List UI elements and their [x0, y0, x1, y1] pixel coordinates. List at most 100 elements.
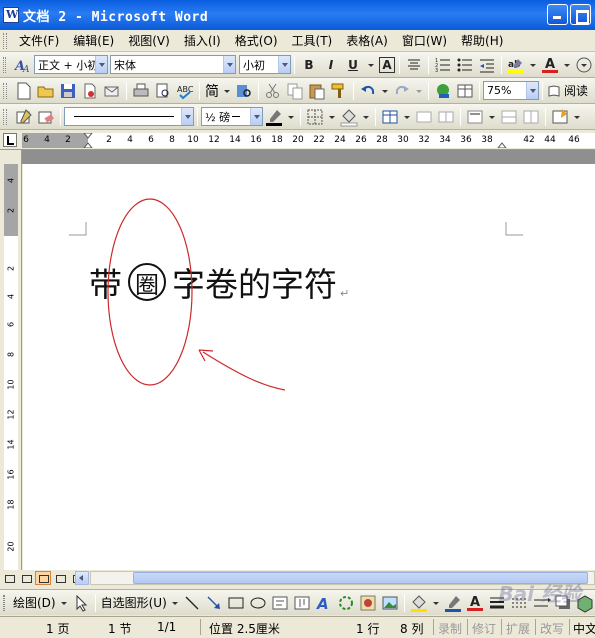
- open-folder-icon[interactable]: [36, 81, 56, 101]
- bold-button[interactable]: B: [299, 55, 319, 75]
- menu-file[interactable]: 文件(F): [13, 32, 67, 49]
- new-document-icon[interactable]: [14, 81, 34, 101]
- zoom-combo[interactable]: 75%: [483, 81, 539, 100]
- clipart-icon[interactable]: [358, 593, 378, 613]
- chevron-down-icon[interactable]: [402, 107, 412, 127]
- textbox-icon[interactable]: [270, 593, 290, 613]
- merge-cells-icon[interactable]: [414, 107, 434, 127]
- chevron-down-icon[interactable]: [59, 593, 69, 613]
- chevron-down-icon[interactable]: [222, 81, 232, 101]
- paste-icon[interactable]: [307, 81, 327, 101]
- status-extend[interactable]: 扩展: [506, 620, 530, 637]
- shading-color-icon[interactable]: [339, 107, 359, 127]
- print-icon[interactable]: [131, 81, 151, 101]
- style-combo[interactable]: 正文 + 小初: [34, 55, 108, 74]
- ruler-track[interactable]: 6 4 2 2 4 6 8 10 12 14 16 18 20 22 24 26…: [22, 133, 595, 148]
- distribute-rows-icon[interactable]: [499, 107, 519, 127]
- chevron-down-icon[interactable]: [286, 107, 296, 127]
- menu-window[interactable]: 窗口(W): [396, 32, 455, 49]
- chevron-down-icon[interactable]: [562, 55, 572, 75]
- email-icon[interactable]: [102, 81, 122, 101]
- italic-button[interactable]: I: [321, 55, 341, 75]
- save-icon[interactable]: [58, 81, 78, 101]
- line-weight-combo[interactable]: ½ 磅: [201, 107, 263, 126]
- char-border-button[interactable]: A: [379, 56, 395, 73]
- chevron-down-icon[interactable]: [526, 82, 538, 99]
- insert-table-icon[interactable]: [380, 107, 400, 127]
- chevron-down-icon[interactable]: [431, 593, 441, 613]
- outline-view-icon[interactable]: [52, 571, 68, 585]
- chevron-down-icon[interactable]: [528, 55, 538, 75]
- select-objects-icon[interactable]: [71, 593, 91, 613]
- print-layout-view-icon[interactable]: [35, 571, 51, 585]
- chevron-down-icon[interactable]: [95, 56, 107, 73]
- draw-menu-button[interactable]: 绘图(D): [11, 594, 58, 611]
- border-color-icon[interactable]: [264, 107, 284, 127]
- menu-table[interactable]: 表格(A): [340, 32, 396, 49]
- chevron-down-icon[interactable]: [380, 81, 390, 101]
- hyperlink-icon[interactable]: [433, 81, 453, 101]
- toolbar-grip[interactable]: [3, 82, 7, 99]
- oval-icon[interactable]: [248, 593, 268, 613]
- line-icon[interactable]: [182, 593, 202, 613]
- menu-tools[interactable]: 工具(T): [286, 32, 341, 49]
- scroll-left-icon[interactable]: [75, 571, 89, 585]
- status-track-changes[interactable]: 修订: [472, 620, 496, 637]
- bullets-icon[interactable]: [455, 55, 475, 75]
- simplified-chinese-button[interactable]: 简: [203, 81, 221, 101]
- read-mode-icon[interactable]: [547, 81, 561, 101]
- toolbar-grip[interactable]: [3, 56, 6, 73]
- tab-selector[interactable]: [3, 133, 17, 147]
- chevron-down-icon[interactable]: [572, 107, 582, 127]
- draw-table-icon[interactable]: [14, 107, 34, 127]
- autoshapes-button[interactable]: 自选图形(U): [99, 594, 169, 611]
- rectangle-icon[interactable]: [226, 593, 246, 613]
- vertical-textbox-icon[interactable]: [292, 593, 312, 613]
- arrow-icon[interactable]: [204, 593, 224, 613]
- vertical-ruler-track[interactable]: 4 2 2 4 6 8 10 12 14 16 18 20: [4, 164, 18, 570]
- chevron-down-icon[interactable]: [414, 81, 424, 101]
- menu-view[interactable]: 视图(V): [122, 32, 178, 49]
- menu-help[interactable]: 帮助(H): [455, 32, 511, 49]
- menu-insert[interactable]: 插入(I): [178, 32, 229, 49]
- normal-view-icon[interactable]: [1, 571, 17, 585]
- styles-pane-icon[interactable]: AA: [13, 55, 33, 75]
- menu-edit[interactable]: 编辑(E): [67, 32, 122, 49]
- print-preview-icon[interactable]: [153, 81, 173, 101]
- table-autoformat-icon[interactable]: [550, 107, 570, 127]
- web-layout-view-icon[interactable]: [18, 571, 34, 585]
- underline-button[interactable]: U: [343, 55, 363, 75]
- copy-icon[interactable]: [285, 81, 305, 101]
- decrease-indent-icon[interactable]: [477, 55, 497, 75]
- chevron-down-icon[interactable]: [327, 107, 337, 127]
- status-record[interactable]: 录制: [438, 620, 462, 637]
- minimize-button[interactable]: [547, 4, 568, 25]
- read-button[interactable]: 阅读: [562, 82, 590, 99]
- diagram-icon[interactable]: [336, 593, 356, 613]
- cut-icon[interactable]: [263, 81, 283, 101]
- split-cells-icon[interactable]: [436, 107, 456, 127]
- permission-icon[interactable]: [80, 81, 100, 101]
- redo-icon[interactable]: [392, 81, 412, 101]
- align-center-icon[interactable]: [404, 55, 424, 75]
- font-combo[interactable]: 宋体: [110, 55, 236, 74]
- align-cell-icon[interactable]: [465, 107, 485, 127]
- chevron-down-icon[interactable]: [250, 108, 262, 125]
- chevron-down-icon[interactable]: [487, 107, 497, 127]
- toolbar-grip[interactable]: [3, 594, 5, 611]
- font-color-draw-icon[interactable]: A: [465, 593, 485, 613]
- line-style-combo[interactable]: [64, 107, 194, 126]
- chevron-down-icon[interactable]: [278, 56, 290, 73]
- chevron-down-icon[interactable]: [365, 55, 377, 75]
- toolbar-options-icon[interactable]: [574, 55, 594, 75]
- wordart-icon[interactable]: A: [314, 593, 334, 613]
- vertical-ruler[interactable]: 4 2 2 4 6 8 10 12 14 16 18 20: [0, 150, 22, 570]
- font-color-icon[interactable]: A: [540, 55, 560, 75]
- numbering-icon[interactable]: 123: [433, 55, 453, 75]
- document-page[interactable]: 带 圈 字卷的字符 ↵: [23, 164, 595, 570]
- chevron-down-icon[interactable]: [361, 107, 371, 127]
- word-app-icon[interactable]: [3, 7, 19, 23]
- highlight-icon[interactable]: ab: [506, 55, 526, 75]
- chevron-down-icon[interactable]: [181, 108, 193, 125]
- font-size-combo[interactable]: 小初: [239, 55, 291, 74]
